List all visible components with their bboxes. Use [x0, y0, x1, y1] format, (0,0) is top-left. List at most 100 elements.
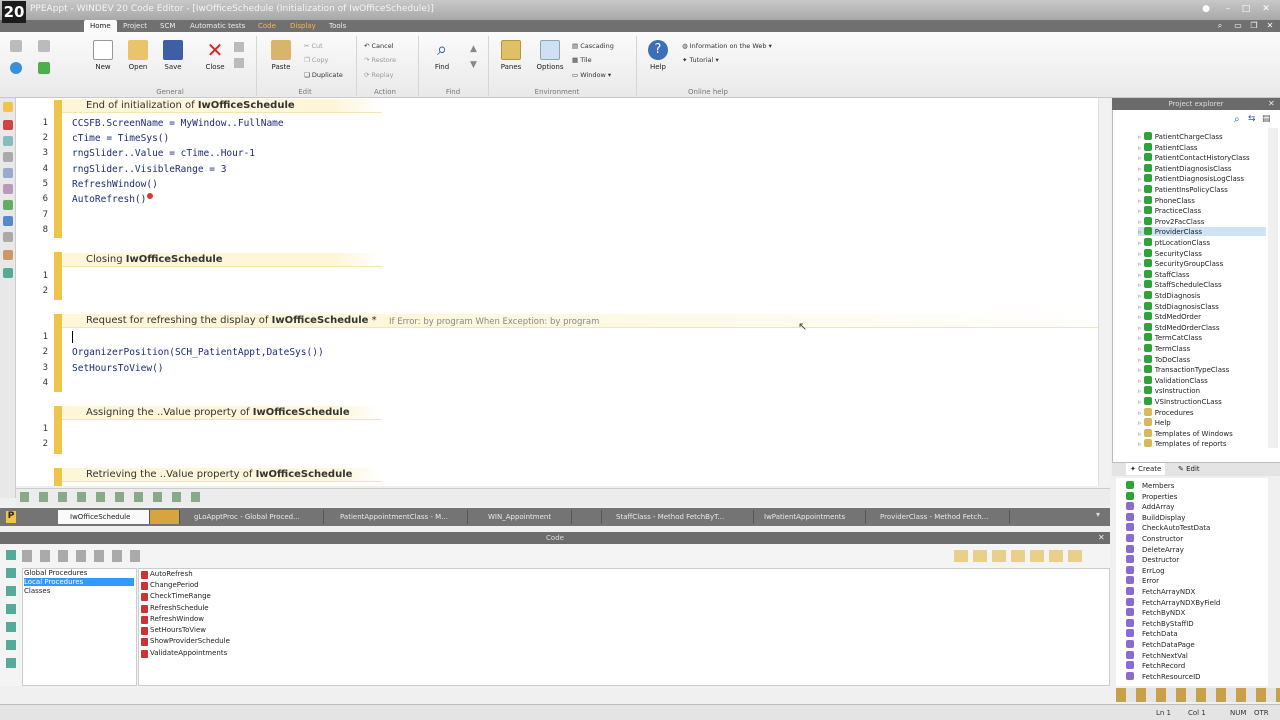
procedure-item[interactable]: ChangePeriod	[141, 581, 199, 590]
copy-button[interactable]: ❐ Copy	[304, 56, 328, 64]
tab-scroll-icon[interactable]: ▾	[1096, 510, 1100, 519]
explorer-collapse-icon[interactable]: ▤	[1262, 114, 1271, 124]
find-button[interactable]: ⌕ Find	[430, 40, 454, 72]
member-item[interactable]: FetchData	[1126, 629, 1178, 638]
member-item[interactable]: FetchNextVal	[1126, 650, 1188, 660]
member-item[interactable]: FetchRecord	[1126, 661, 1185, 670]
code-pane-side-icons[interactable]	[6, 550, 16, 670]
windev-logo[interactable]: 20	[2, 1, 26, 23]
find-down-icon[interactable]: ▼	[470, 60, 477, 70]
restore-icon[interactable]: ❐	[1248, 20, 1260, 32]
expand-icon[interactable]: ▹	[1138, 419, 1144, 427]
duplicate-button[interactable]: ❏ Duplicate	[304, 71, 343, 79]
category-local-procedures[interactable]: Local Procedures	[24, 578, 134, 586]
tab-providerclass[interactable]: ProviderClass - Method Fetch...	[868, 510, 1010, 524]
tree-item[interactable]: ▹ StdDiagnosisClass	[1138, 301, 1219, 311]
quick-new-icon[interactable]	[10, 40, 22, 52]
explorer-bottom-icons[interactable]	[1116, 688, 1280, 702]
tab-gloapptproc[interactable]: gLoApptProc - Global Proced...	[182, 510, 324, 524]
menu-scm[interactable]: SCM	[154, 20, 181, 32]
expand-icon[interactable]: ▹	[1138, 324, 1144, 332]
tree-item[interactable]: ▹ StaffClass	[1138, 269, 1189, 279]
open-button[interactable]: Open	[126, 40, 150, 71]
tool-icon[interactable]	[3, 168, 13, 178]
procedure-item[interactable]: SetHoursToView	[141, 626, 206, 635]
code-line[interactable]: CCSFB.ScreenName = MyWindow..FullName	[72, 118, 284, 129]
tree-item[interactable]: ▹ ProviderClass	[1138, 227, 1266, 237]
tutorial-button[interactable]: ✦ Tutorial ▾	[682, 56, 719, 64]
tree-item[interactable]: ▹ Templates of reports	[1138, 439, 1227, 448]
member-item[interactable]: CheckAutoTestData	[1126, 523, 1210, 532]
tile-button[interactable]: ▦ Tile	[572, 56, 592, 64]
cascading-button[interactable]: ▤ Cascading	[572, 42, 614, 50]
tree-item[interactable]: ▹ StdMedOrderClass	[1138, 322, 1219, 332]
editor-scrollbar[interactable]	[1098, 98, 1109, 486]
expand-icon[interactable]: ▹	[1138, 387, 1144, 395]
tree-item[interactable]: ▹ PatientClass	[1138, 142, 1198, 152]
tab-iwpatientappointments[interactable]: IwPatientAppointments	[752, 510, 866, 524]
tree-item[interactable]: ▹ ValidationClass	[1138, 375, 1208, 385]
expand-icon[interactable]: ▹	[1138, 239, 1144, 247]
tree-item[interactable]: ▹ TransactionTypeClass	[1138, 365, 1229, 374]
member-item[interactable]: ErrLog	[1126, 565, 1165, 575]
member-item[interactable]: FetchArrayNDX	[1126, 587, 1195, 596]
expand-icon[interactable]: ▹	[1138, 281, 1144, 289]
tool-icon[interactable]	[3, 232, 13, 242]
code-line[interactable]: RefreshWindow()	[72, 179, 158, 190]
expand-icon[interactable]: ▹	[1138, 345, 1144, 353]
tab-patientappointmentclass[interactable]: PatientAppointmentClass - M...	[328, 510, 468, 524]
tree-item[interactable]: ▹ SecurityClass	[1138, 248, 1202, 258]
close-doc-icon[interactable]: ✕	[1264, 20, 1276, 32]
help-icon[interactable]: ●	[1200, 4, 1212, 15]
save-button[interactable]: Save	[162, 40, 184, 71]
code-line[interactable]: rngSlider..Value = cTime..Hour-1	[72, 148, 255, 159]
member-item[interactable]: Error	[1126, 576, 1159, 585]
expand-icon[interactable]: ▹	[1138, 409, 1144, 417]
search-icon[interactable]: ⌕	[1214, 20, 1226, 32]
member-item[interactable]: FetchDataPage	[1126, 640, 1195, 649]
code-line[interactable]: rngSlider..VisibleRange = 3	[72, 164, 226, 175]
options-button[interactable]: Options	[536, 40, 564, 71]
expand-icon[interactable]: ▹	[1138, 313, 1144, 321]
member-item[interactable]: FetchResourceID	[1126, 671, 1201, 681]
tree-item[interactable]: ▹ PatientDiagnosisClass	[1138, 163, 1232, 173]
tree-item[interactable]: ▹ StdDiagnosis	[1138, 291, 1200, 300]
tree-item[interactable]: ▹ StdMedOrder	[1138, 312, 1201, 321]
tool-icon[interactable]	[3, 216, 13, 226]
cancel-button[interactable]: ↶ Cancel	[364, 42, 394, 50]
tree-item[interactable]: ▹ StaffScheduleClass	[1138, 280, 1222, 289]
expand-icon[interactable]: ▹	[1138, 228, 1144, 236]
cut-button[interactable]: ✂ Cut	[304, 42, 323, 50]
window-button[interactable]: ▭ Window ▾	[572, 71, 611, 79]
tab-win-appointment[interactable]: WIN_Appointment	[476, 510, 572, 524]
expand-icon[interactable]: ▹	[1138, 377, 1144, 385]
tree-item[interactable]: ▹ VSInstructionCLass	[1138, 397, 1222, 406]
member-item[interactable]: FetchByStaffID	[1126, 618, 1194, 628]
member-item[interactable]: FetchArrayNDXByField	[1126, 597, 1220, 607]
expand-icon[interactable]: ▹	[1138, 440, 1144, 448]
tree-item[interactable]: ▹ ToDoClass	[1138, 354, 1190, 364]
tool-icon[interactable]	[3, 268, 13, 278]
procedure-item[interactable]: ShowProviderSchedule	[141, 637, 230, 646]
tab-edit[interactable]: ✎ Edit	[1174, 463, 1204, 475]
expand-icon[interactable]: ▹	[1138, 356, 1144, 364]
expand-icon[interactable]: ▹	[1138, 398, 1144, 406]
minimize-button[interactable]: –	[1222, 4, 1234, 15]
procedure-item[interactable]: RefreshWindow	[141, 615, 204, 624]
expand-icon[interactable]: ▹	[1138, 303, 1144, 311]
menu-code[interactable]: Code	[252, 20, 282, 32]
tree-item[interactable]: ▹ vsInstruction	[1138, 386, 1200, 395]
expand-icon[interactable]: ▹	[1138, 334, 1144, 342]
category-global-procedures[interactable]: Global Procedures	[24, 569, 87, 577]
tree-item[interactable]: ▹ PatientChargeClass	[1138, 132, 1223, 141]
tree-item[interactable]: ▹ SecurityGroupClass	[1138, 259, 1223, 268]
explorer-search-icon[interactable]: ⌕	[1234, 114, 1240, 125]
members-scrollbar[interactable]	[1270, 480, 1280, 686]
code-pane-close-icon[interactable]: ✕	[1098, 533, 1105, 542]
member-item[interactable]: DeleteArray	[1126, 544, 1184, 554]
find-up-icon[interactable]: ▲	[470, 44, 477, 54]
project-icon[interactable]: P	[6, 511, 16, 523]
close-button[interactable]: ✕ Close	[203, 40, 227, 71]
member-item[interactable]: Destructor	[1126, 555, 1179, 564]
tree-item[interactable]: ▹ PhoneClass	[1138, 195, 1195, 205]
